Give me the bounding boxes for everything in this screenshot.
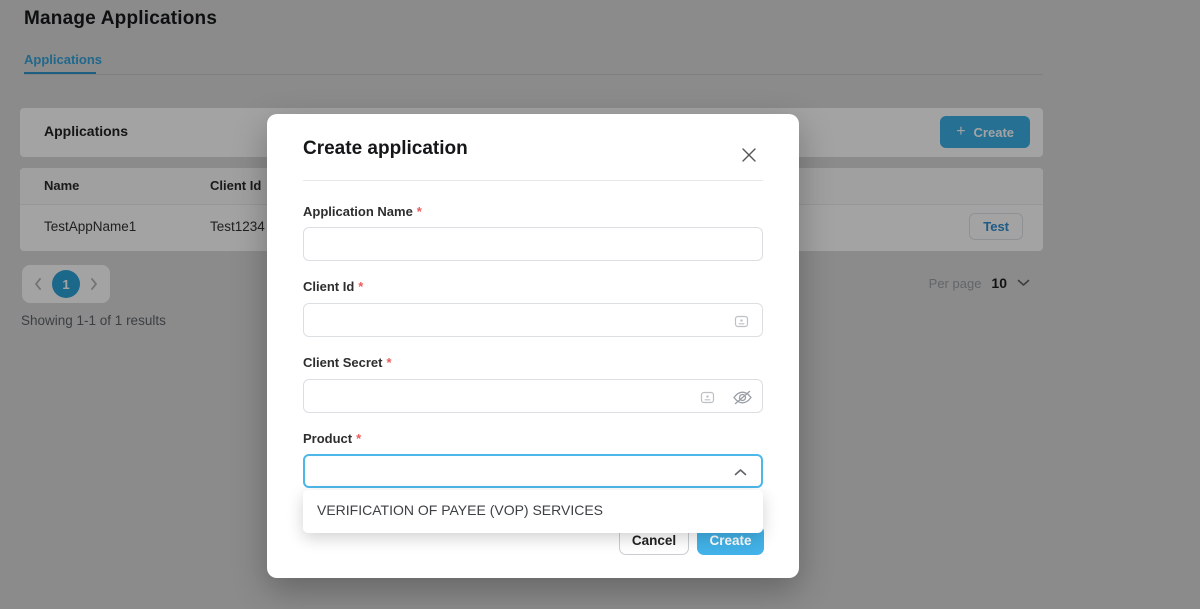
client-id-input[interactable] <box>303 303 763 337</box>
dropdown-option-vop-services[interactable]: VERIFICATION OF PAYEE (VOP) SERVICES <box>317 502 603 518</box>
label-text: Application Name <box>303 204 413 219</box>
product-label: Product * <box>303 431 361 446</box>
application-name-input[interactable] <box>303 227 763 261</box>
generate-icon[interactable] <box>733 313 749 329</box>
client-secret-label: Client Secret * <box>303 355 392 370</box>
modal-title: Create application <box>303 138 468 160</box>
label-text: Client Id <box>303 279 354 294</box>
screen: Manage Applications Applications Applica… <box>0 0 1200 609</box>
label-text: Client Secret <box>303 355 382 370</box>
chevron-up-icon <box>734 468 747 476</box>
modal-title-divider <box>303 180 763 181</box>
create-application-modal: Create application Application Name * Cli… <box>267 114 799 578</box>
required-asterisk: * <box>417 204 422 219</box>
generate-icon[interactable] <box>699 389 715 405</box>
label-text: Product <box>303 431 352 446</box>
application-name-label: Application Name * <box>303 204 422 219</box>
required-asterisk: * <box>356 431 361 446</box>
close-icon[interactable] <box>739 145 759 165</box>
eye-off-icon[interactable] <box>731 388 753 406</box>
product-dropdown-panel: VERIFICATION OF PAYEE (VOP) SERVICES <box>303 490 763 533</box>
client-id-label: Client Id * <box>303 279 363 294</box>
required-asterisk: * <box>358 279 363 294</box>
client-secret-input[interactable] <box>303 379 763 413</box>
product-select[interactable] <box>303 454 763 488</box>
required-asterisk: * <box>386 355 391 370</box>
